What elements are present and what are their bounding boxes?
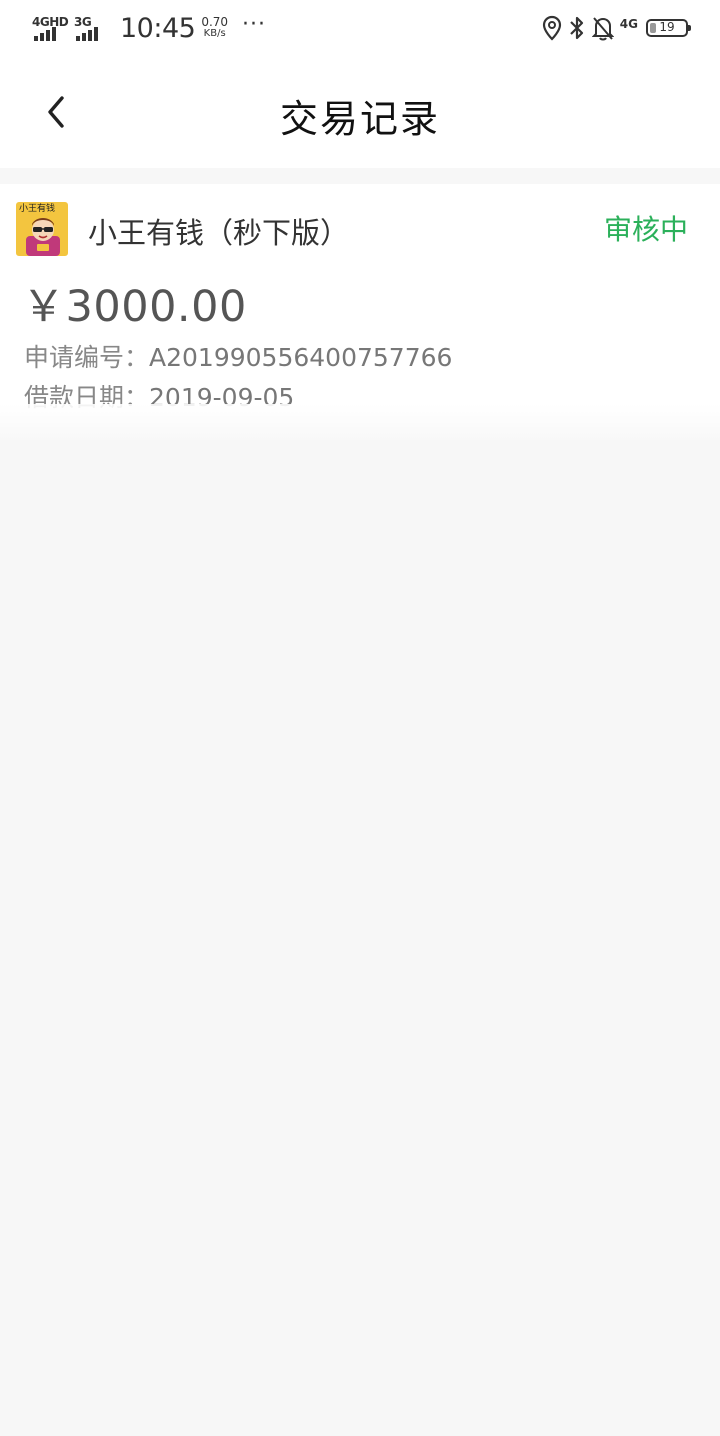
application-number-row: 申请编号：A201990556400757766 xyxy=(24,338,452,374)
transaction-record-card[interactable]: 小王有钱 小王有钱（秒下版） 审核中 ￥3000.00 申请编号：A201990… xyxy=(0,184,720,440)
page-title: 交易记录 xyxy=(279,97,440,141)
app-name: 小王有钱（秒下版） xyxy=(88,216,350,250)
network-speed-value: 0.70 xyxy=(201,15,229,29)
status-bar-right: 4G 19 xyxy=(536,14,691,42)
application-number-value: A201990556400757766 xyxy=(149,343,453,372)
network-speed-unit: KB/s xyxy=(203,28,226,39)
network-4g-indicator: 4G xyxy=(619,17,638,31)
location-icon xyxy=(542,15,562,41)
app-logo-text: 小王有钱 xyxy=(19,204,56,214)
loan-amount: ￥3000.00 xyxy=(22,282,247,332)
battery-percent: 19 xyxy=(659,20,675,34)
application-number-label: 申请编号： xyxy=(24,343,150,372)
cartoon-character-icon xyxy=(26,218,60,256)
clock: 10:45 xyxy=(120,12,196,44)
status-badge: 审核中 xyxy=(603,213,688,246)
bluetooth-icon xyxy=(568,15,586,41)
status-bar: 4GHD 3G 10:45 0.70 KB/s ··· 4G 19 xyxy=(0,0,720,56)
signal-bars-icon xyxy=(34,27,58,41)
status-bar-left: 4GHD 3G 10:45 0.70 KB/s ··· xyxy=(30,10,266,46)
more-notifications-icon: ··· xyxy=(242,11,267,37)
app-logo: 小王有钱 xyxy=(16,202,68,256)
network-signal-4g: 4GHD xyxy=(30,13,69,43)
network-speed: 0.70 KB/s xyxy=(201,16,228,40)
signal-bars-icon xyxy=(76,27,100,41)
header: 交易记录 xyxy=(0,56,720,168)
network-signal-3g: 3G xyxy=(72,13,110,43)
battery-icon: 19 xyxy=(646,19,691,37)
bell-off-icon xyxy=(591,15,614,41)
card-bottom-fade xyxy=(0,404,720,442)
